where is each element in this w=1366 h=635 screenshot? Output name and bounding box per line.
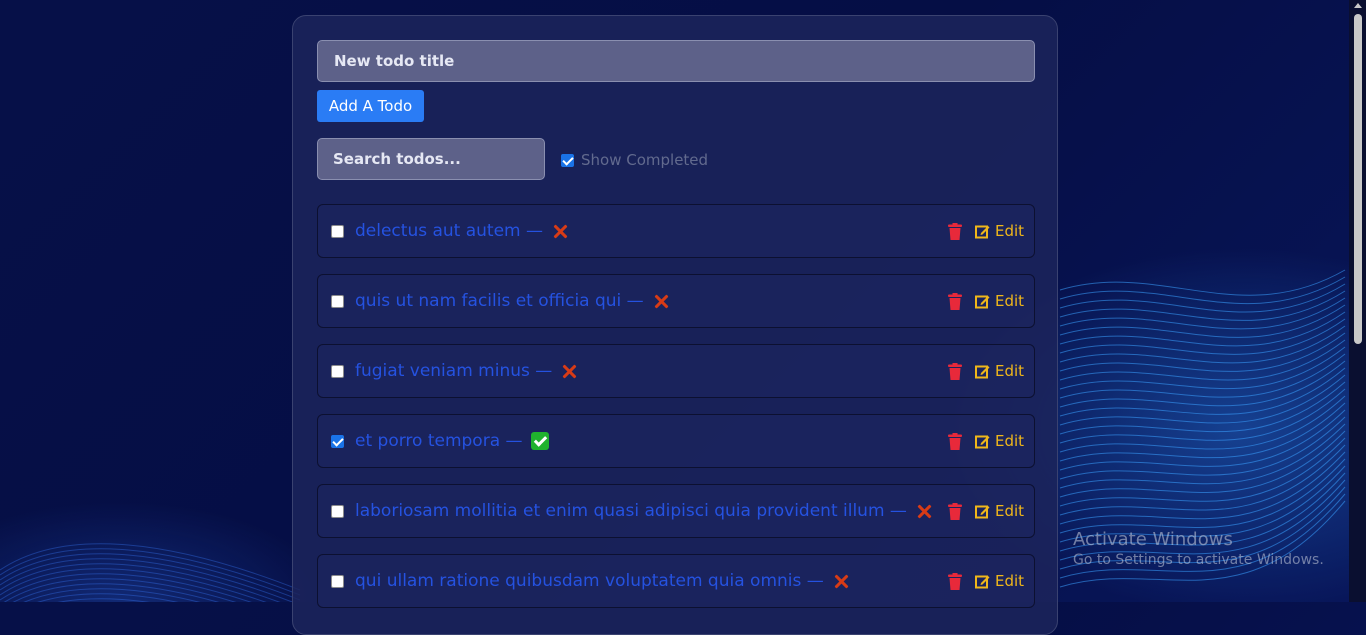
todo-row: laboriosam mollitia et enim quasi adipis… <box>317 484 1035 538</box>
edit-label: Edit <box>995 502 1025 520</box>
edit-button[interactable]: Edit <box>975 345 1024 397</box>
trash-icon[interactable] <box>948 293 962 310</box>
edit-icon <box>975 365 990 378</box>
edit-label: Edit <box>995 432 1025 450</box>
todo-title: fugiat veniam minus — <box>355 361 553 381</box>
todo-title-wrap: delectus aut autem — <box>355 205 569 257</box>
todo-checkbox[interactable] <box>331 365 344 378</box>
todo-checkbox[interactable] <box>331 225 344 238</box>
edit-button[interactable]: Edit <box>975 415 1024 467</box>
todo-row: fugiat veniam minus — Edit <box>317 344 1035 398</box>
todo-title-wrap: quis ut nam facilis et officia qui — <box>355 275 670 327</box>
todo-title: laboriosam mollitia et enim quasi adipis… <box>355 501 907 521</box>
show-completed-checkbox[interactable] <box>561 153 574 167</box>
todo-title-wrap: qui ullam ratione quibusdam voluptatem q… <box>355 555 850 607</box>
add-todo-button[interactable]: Add A Todo <box>317 90 424 122</box>
edit-icon <box>975 435 990 448</box>
show-completed-label: Show Completed <box>581 151 709 169</box>
edit-label: Edit <box>995 222 1025 240</box>
todo-row: delectus aut autem — Edit <box>317 204 1035 258</box>
watermark-subtitle: Go to Settings to activate Windows. <box>1073 552 1324 568</box>
edit-icon <box>975 505 990 518</box>
todo-row: quis ut nam facilis et officia qui — Edi… <box>317 274 1035 328</box>
trash-icon[interactable] <box>948 433 962 450</box>
todo-title-wrap: fugiat veniam minus — <box>355 345 578 397</box>
todo-checkbox[interactable] <box>331 295 344 308</box>
todo-row: et porro tempora — Edit <box>317 414 1035 468</box>
edit-button[interactable]: Edit <box>975 275 1024 327</box>
check-mark-icon <box>530 432 549 450</box>
edit-button[interactable]: Edit <box>975 205 1024 257</box>
todo-title-wrap: et porro tempora — <box>355 415 549 467</box>
edit-label: Edit <box>995 362 1025 380</box>
show-completed-toggle[interactable]: Show Completed <box>561 150 708 170</box>
todo-title: et porro tempora — <box>355 431 523 451</box>
cross-mark-icon <box>652 292 670 310</box>
edit-label: Edit <box>995 572 1025 590</box>
todo-row: qui ullam ratione quibusdam voluptatem q… <box>317 554 1035 608</box>
cross-mark-icon <box>832 572 850 590</box>
trash-icon[interactable] <box>948 573 962 590</box>
edit-button[interactable]: Edit <box>975 485 1024 537</box>
edit-icon <box>975 575 990 588</box>
cross-mark-icon <box>915 502 933 520</box>
todo-checkbox[interactable] <box>331 575 344 588</box>
cross-mark-icon <box>560 362 578 380</box>
todo-checkbox[interactable] <box>331 505 344 518</box>
activate-windows-watermark: Activate Windows Go to Settings to activ… <box>1073 529 1324 568</box>
edit-icon <box>975 225 990 238</box>
trash-icon[interactable] <box>948 223 962 240</box>
edit-button[interactable]: Edit <box>975 555 1024 607</box>
todo-title: qui ullam ratione quibusdam voluptatem q… <box>355 571 824 591</box>
edit-label: Edit <box>995 292 1025 310</box>
trash-icon[interactable] <box>948 363 962 380</box>
new-todo-input[interactable]: New todo title <box>317 40 1035 82</box>
trash-icon[interactable] <box>948 503 962 520</box>
todo-title-wrap: laboriosam mollitia et enim quasi adipis… <box>355 485 933 537</box>
scroll-up-arrow-icon[interactable] <box>1354 3 1362 8</box>
todo-title: delectus aut autem — <box>355 221 544 241</box>
edit-icon <box>975 295 990 308</box>
watermark-title: Activate Windows <box>1073 529 1233 550</box>
scrollbar-thumb[interactable] <box>1354 14 1362 344</box>
todo-checkbox[interactable] <box>331 435 344 448</box>
todo-title: quis ut nam facilis et officia qui — <box>355 291 644 311</box>
cross-mark-icon <box>551 222 569 240</box>
search-input[interactable]: Search todos... <box>317 138 545 180</box>
